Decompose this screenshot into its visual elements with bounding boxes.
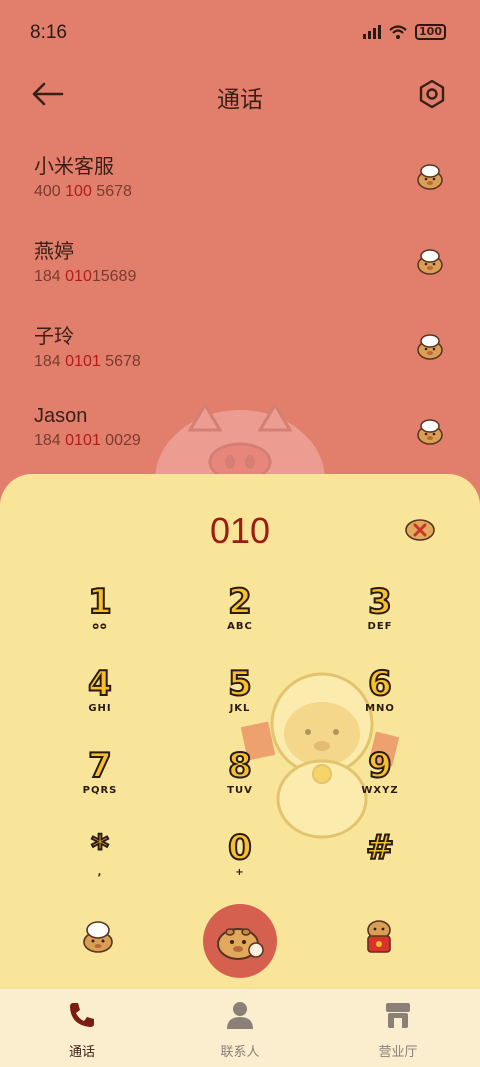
contact-name: 小米客服 [34, 156, 114, 178]
capybara-red-envelope-icon[interactable] [364, 918, 394, 954]
contact-name: Jason [34, 405, 88, 427]
tab-contacts-label: 联系人 [220, 1045, 260, 1060]
dial-actions [0, 904, 480, 984]
call-button[interactable] [203, 904, 277, 978]
bottom-navigation: 通话 联系人 营业厅 [0, 989, 480, 1067]
dial-key-9[interactable]: 9 WXYZ [310, 745, 450, 816]
dial-key-star[interactable]: *, [30, 827, 170, 898]
dial-key-1[interactable]: 1 ᴑᴑ [30, 581, 170, 652]
capybara-call-icon [217, 928, 264, 960]
delete-capybara-icon[interactable] [404, 514, 436, 542]
system-icons: 100 [363, 24, 446, 40]
dial-key-4[interactable]: 4 GHI [30, 663, 170, 734]
capybara-avatar-icon[interactable] [416, 249, 444, 275]
dial-key-0[interactable]: 0 + [170, 827, 310, 898]
capybara-avatar-icon[interactable] [416, 164, 444, 190]
status-bar: 8:16 100 [0, 0, 480, 66]
capybara-avatar-icon[interactable] [416, 334, 444, 360]
tab-store[interactable]: 营业厅 [338, 999, 458, 1060]
contact-number: 184 0101 0029 [34, 432, 141, 449]
store-icon [386, 1003, 410, 1028]
contact-number: 184 01015689 [34, 268, 137, 285]
recent-calls-list: 小米客服 400 100 5678 燕婷 184 01015689 子玲 184… [0, 138, 480, 478]
dial-pad-panel: 010 1 ᴑᴑ 2 ABC 3 DEF 4 GHI 5 JKL 6 MNO 7 PQRS 8… [0, 474, 480, 994]
page-title: 通话 [217, 87, 263, 113]
status-time: 8:16 [30, 22, 67, 43]
dial-key-3[interactable]: 3 DEF [310, 581, 450, 652]
dial-key-hash[interactable]: # [310, 827, 450, 898]
phone-icon [70, 1003, 94, 1027]
list-item[interactable]: 燕婷 184 01015689 [0, 223, 480, 308]
capybara-avatar-icon[interactable] [416, 419, 444, 445]
dial-key-6[interactable]: 6 MNO [310, 663, 450, 734]
dial-key-7[interactable]: 7 PQRS [30, 745, 170, 816]
list-item[interactable]: 子玲 184 0101 5678 [0, 308, 480, 393]
dial-key-5[interactable]: 5 JKL [170, 663, 310, 734]
app-header: 通话 [0, 70, 480, 120]
contact-name: 燕婷 [34, 241, 74, 263]
contact-number: 184 0101 5678 [34, 353, 141, 370]
dial-key-2[interactable]: 2 ABC [170, 581, 310, 652]
signal-icon [363, 25, 382, 39]
tab-calls[interactable]: 通话 [22, 999, 142, 1060]
tab-store-label: 营业厅 [378, 1045, 418, 1060]
contact-number: 400 100 5678 [34, 183, 132, 200]
list-item[interactable]: 小米客服 400 100 5678 [0, 138, 480, 223]
voicemail-icon: ᴑᴑ [92, 621, 108, 632]
settings-hexagon-icon[interactable] [416, 78, 448, 110]
tab-contacts[interactable]: 联系人 [180, 999, 300, 1060]
person-icon [227, 1002, 253, 1029]
tab-calls-label: 通话 [68, 1045, 95, 1060]
capybara-contacts-icon[interactable] [82, 920, 114, 954]
list-item[interactable]: Jason 184 0101 0029 [0, 393, 480, 478]
battery-indicator: 100 [415, 24, 446, 40]
wifi-icon [389, 25, 407, 39]
dial-key-8[interactable]: 8 TUV [170, 745, 310, 816]
contact-name: 子玲 [34, 326, 74, 348]
